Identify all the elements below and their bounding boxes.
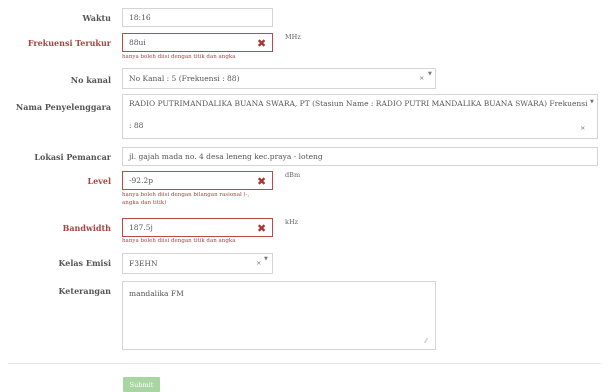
bandwidth-unit: kHz [285,218,299,226]
level-help-line2: angka dan titik) [122,200,167,206]
waktu-input[interactable]: 18:16 [122,8,273,27]
frekuensi-help: hanya boleh diisi dengan titik dan angka [122,54,236,60]
level-label: Level [87,176,112,186]
frekuensi-label: Frekuensi Terukur [27,38,111,48]
penyelenggara-label: Nama Penyelenggara [15,102,111,112]
waktu-label: Waktu [82,13,111,23]
form-divider [8,363,601,364]
penyelenggara-line1: RADIO PUTRIMANDALIKA BUANA SWARA, PT (St… [129,99,588,108]
error-x-icon: ✖ [257,222,267,235]
no-kanal-label: No kanal [70,75,111,85]
bandwidth-help: hanya boleh diisi dengan titik dan angka [122,238,236,244]
level-input[interactable]: -92.2p [122,171,273,190]
bandwidth-input[interactable]: 187.5j [122,218,273,237]
error-x-icon: ✖ [257,37,267,50]
keterangan-label: Keterangan [58,286,111,296]
bandwidth-label: Bandwidth [62,223,111,233]
penyelenggara-select[interactable]: RADIO PUTRIMANDALIKA BUANA SWARA, PT (St… [122,94,598,139]
chevron-down-icon[interactable]: ▼ [590,99,594,105]
level-unit: dBm [285,171,301,179]
submit-button[interactable]: Submit [123,377,160,392]
chevron-down-icon[interactable]: ▼ [264,256,268,262]
lokasi-label: Lokasi Pemancar [34,152,111,162]
chevron-down-icon[interactable]: ▼ [428,71,432,77]
kelas-emisi-label: Kelas Emisi [58,258,111,268]
level-help-line1: hanya boleh diisi dengan bilangan rasion… [122,192,250,198]
no-kanal-select[interactable]: No Kanal : 5 (Frekuensi : 88) [122,68,436,89]
clear-x-icon[interactable]: × [580,124,585,132]
frekuensi-input[interactable]: 88ui [122,33,273,52]
clear-x-icon[interactable]: × [256,259,261,267]
resize-handle-icon[interactable]: ⁄⁄ [425,338,427,345]
error-x-icon: ✖ [257,175,267,188]
keterangan-textarea[interactable]: mandalika FM [122,281,436,350]
kelas-emisi-select[interactable]: F3EHN [122,253,273,274]
lokasi-input[interactable]: jl. gajah mada no. 4 desa leneng kec.pra… [122,147,598,166]
frekuensi-unit: MHz [285,33,301,41]
clear-x-icon[interactable]: × [419,74,424,82]
penyelenggara-line2: : 88 [129,121,144,130]
